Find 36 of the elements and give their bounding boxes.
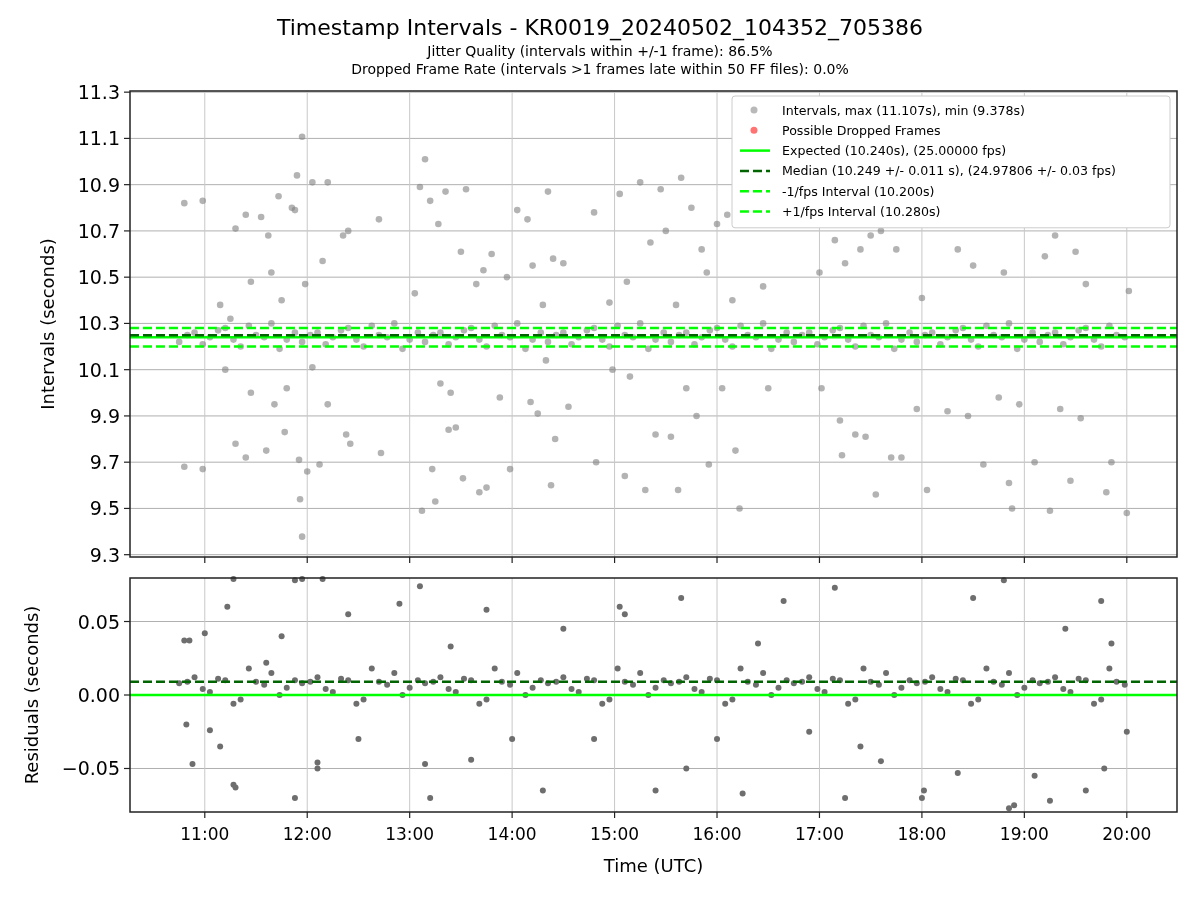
legend-label: Median (10.249 +/- 0.011 s), (24.97806 +/- 0.03 fps) xyxy=(782,163,1116,179)
axis-title: Residuals (seconds) xyxy=(21,605,42,785)
legend-label: +1/fps Interval (10.280s) xyxy=(782,204,941,219)
legend-label: Expected (10.240s), (25.00000 fps) xyxy=(782,143,1007,159)
tick-label: 19:00 xyxy=(999,824,1049,844)
tick-label: 14:00 xyxy=(487,824,537,844)
tick-label: 11.3 xyxy=(77,81,120,104)
tick-label: 0.00 xyxy=(77,684,120,706)
tick-label: 13:00 xyxy=(385,824,435,844)
tick-label: 10.1 xyxy=(77,358,120,381)
tick-label: 15:00 xyxy=(590,824,640,844)
tick-label: 0.05 xyxy=(77,610,120,633)
tick-label: 20:00 xyxy=(1102,824,1152,844)
chart-title: Timestamp Intervals - KR0019_20240502_104352_705386 xyxy=(276,14,924,42)
legend-label: Possible Dropped Frames xyxy=(782,122,941,138)
chart-subtitle: Dropped Frame Rate (intervals >1 frames late within 50 FF files): 0.0% xyxy=(351,60,849,78)
tick-label: 9.7 xyxy=(89,451,120,474)
tick-label: 17:00 xyxy=(794,824,844,844)
legend-label: -1/fps Interval (10.200s) xyxy=(782,183,935,199)
tick-label: −0.05 xyxy=(61,757,120,780)
chart-subtitle: Jitter Quality (intervals within +/-1 frame): 86.5% xyxy=(427,42,773,60)
axis-title: Intervals (seconds) xyxy=(37,238,58,410)
tick-label: 11.1 xyxy=(77,127,120,150)
tick-label: 10.3 xyxy=(77,312,120,335)
axis-title: Time (UTC) xyxy=(603,855,704,876)
tick-label: 11:00 xyxy=(180,824,230,844)
tick-label: 9.3 xyxy=(89,543,120,565)
tick-label: 18:00 xyxy=(897,824,947,844)
tick-label: 9.9 xyxy=(89,404,120,427)
tick-label: 9.5 xyxy=(89,497,120,520)
tick-label: 10.9 xyxy=(77,173,120,196)
tick-label: 16:00 xyxy=(692,824,742,844)
tick-label: 10.5 xyxy=(77,266,120,289)
legend-label: Intervals, max (11.107s), min (9.378s) xyxy=(782,102,1025,118)
tick-label: 10.7 xyxy=(77,219,120,242)
tick-label: 12:00 xyxy=(282,824,332,844)
